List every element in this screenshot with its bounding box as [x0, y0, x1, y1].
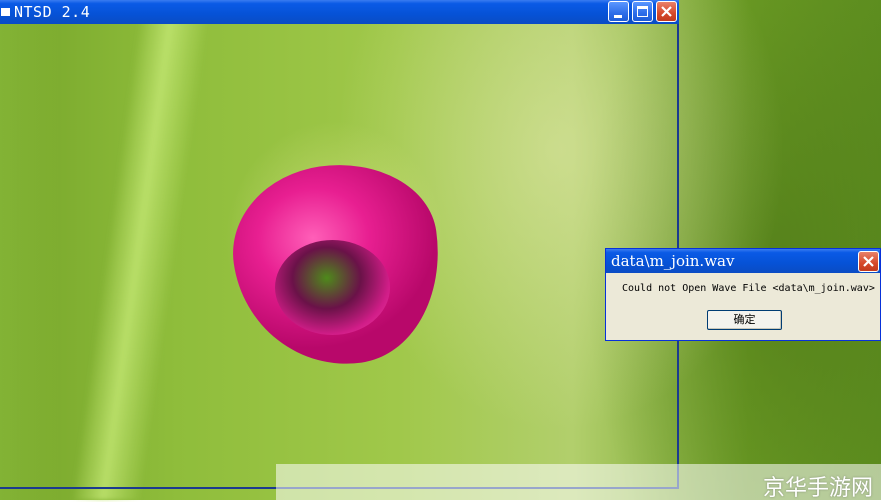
ntsd-main-window: NTSD 2.4 [0, 0, 679, 489]
dialog-title: data\m_join.wav [611, 252, 735, 270]
dialog-titlebar[interactable]: data\m_join.wav [606, 249, 880, 273]
maximize-icon [637, 6, 648, 17]
dialog-close-button[interactable] [858, 251, 879, 272]
close-icon [661, 6, 672, 17]
minimize-icon [614, 15, 622, 18]
minimize-button[interactable] [608, 1, 629, 22]
close-icon [863, 256, 874, 267]
ntsd-titlebar[interactable]: NTSD 2.4 [0, 0, 679, 24]
window-title: NTSD 2.4 [14, 3, 91, 21]
watermark-text: 京华手游网 [762, 476, 873, 501]
ok-button[interactable]: 确定 [707, 310, 782, 330]
error-dialog: data\m_join.wav Could not Open Wave File… [605, 248, 881, 341]
close-button[interactable] [656, 1, 677, 22]
dialog-message: Could not Open Wave File <data\m_join.wa… [622, 283, 875, 294]
window-system-icon[interactable] [1, 8, 10, 16]
maximize-button[interactable] [632, 1, 653, 22]
